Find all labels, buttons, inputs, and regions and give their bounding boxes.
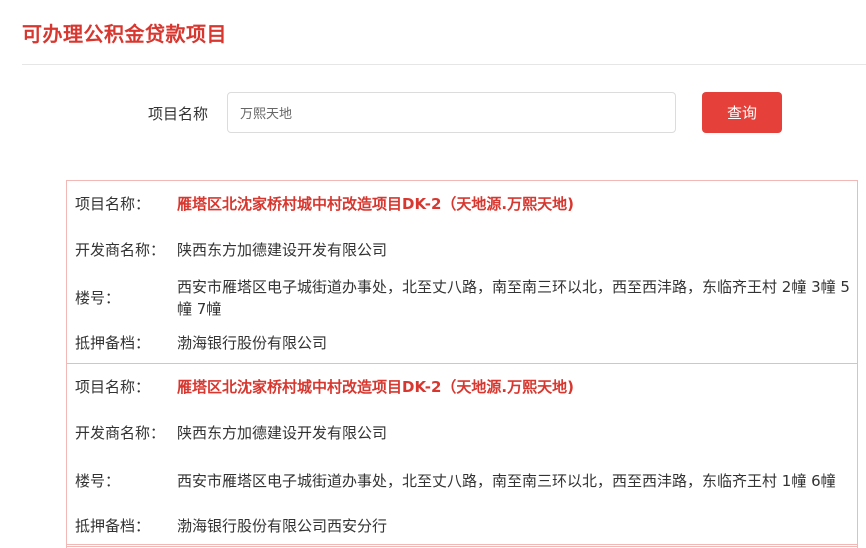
project-label: 项目名称： bbox=[75, 195, 151, 213]
project-row: 项目名称： 雁塔区北沈家桥村城中村改造项目DK-2（天地源.万熙天地) bbox=[67, 181, 857, 227]
next-result-card-edge bbox=[66, 544, 858, 548]
result-card: 项目名称： 雁塔区北沈家桥村城中村改造项目DK-2（天地源.万熙天地) 开发商名… bbox=[66, 180, 858, 364]
search-label: 项目名称 bbox=[148, 105, 209, 123]
project-row: 项目名称： 雁塔区北沈家桥村城中村改造项目DK-2（天地源.万熙天地) bbox=[67, 364, 857, 410]
developer-row: 开发商名称： 陕西东方加德建设开发有限公司 bbox=[67, 227, 857, 273]
building-label: 楼号： bbox=[75, 472, 121, 490]
mortgage-row: 抵押备档： 渤海银行股份有限公司西安分行 bbox=[67, 506, 857, 546]
page-title: 可办理公积金贷款项目 bbox=[22, 22, 227, 46]
results-list: 项目名称： 雁塔区北沈家桥村城中村改造项目DK-2（天地源.万熙天地) 开发商名… bbox=[66, 180, 858, 547]
building-info: 西安市雁塔区电子城街道办事处，北至丈八路，南至南三环以北，西至西沣路，东临齐王村… bbox=[177, 472, 836, 490]
building-label: 楼号： bbox=[75, 289, 121, 307]
mortgage-label: 抵押备档： bbox=[75, 517, 151, 535]
title-divider bbox=[22, 64, 866, 65]
mortgage-label: 抵押备档： bbox=[75, 334, 151, 352]
search-button[interactable]: 查询 bbox=[702, 92, 782, 133]
developer-label: 开发商名称： bbox=[75, 241, 166, 259]
mortgage-row: 抵押备档： 渤海银行股份有限公司 bbox=[67, 323, 857, 363]
project-label: 项目名称： bbox=[75, 378, 151, 396]
project-name: 雁塔区北沈家桥村城中村改造项目DK-2（天地源.万熙天地) bbox=[177, 378, 574, 396]
result-card: 项目名称： 雁塔区北沈家桥村城中村改造项目DK-2（天地源.万熙天地) 开发商名… bbox=[66, 364, 858, 547]
project-name: 雁塔区北沈家桥村城中村改造项目DK-2（天地源.万熙天地) bbox=[177, 195, 574, 213]
project-name-search-input[interactable] bbox=[227, 92, 676, 133]
developer-name: 陕西东方加德建设开发有限公司 bbox=[177, 241, 388, 259]
building-row: 楼号： 西安市雁塔区电子城街道办事处，北至丈八路，南至南三环以北，西至西沣路，东… bbox=[67, 273, 857, 323]
building-row: 楼号： 西安市雁塔区电子城街道办事处，北至丈八路，南至南三环以北，西至西沣路，东… bbox=[67, 456, 857, 506]
mortgage-bank: 渤海银行股份有限公司西安分行 bbox=[177, 517, 388, 535]
page: 可办理公积金贷款项目 项目名称 查询 项目名称： 雁塔区北沈家桥村城中村改造项目… bbox=[0, 0, 866, 548]
building-info: 西安市雁塔区电子城街道办事处，北至丈八路，南至南三环以北，西至西沣路，东临齐王村… bbox=[177, 278, 850, 318]
developer-label: 开发商名称： bbox=[75, 424, 166, 442]
mortgage-bank: 渤海银行股份有限公司 bbox=[177, 334, 328, 352]
developer-name: 陕西东方加德建设开发有限公司 bbox=[177, 424, 388, 442]
developer-row: 开发商名称： 陕西东方加德建设开发有限公司 bbox=[67, 410, 857, 456]
